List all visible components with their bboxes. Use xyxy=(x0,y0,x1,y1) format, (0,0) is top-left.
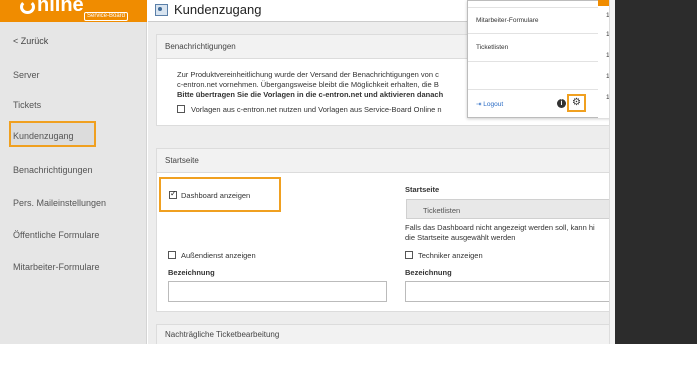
dashboard-checkbox[interactable] xyxy=(169,189,177,199)
notifications-text-1: Zur Produktvereinheitlichung wurde der V… xyxy=(177,70,439,79)
aussendienst-label: Außendienst anzeigen xyxy=(181,251,256,260)
dashboard-checkbox-label: Dashboard anzeigen xyxy=(181,191,251,200)
sidebar: nline Service-Board < Zurück Server Tick… xyxy=(0,0,147,344)
sidebar-item-oeffentliche-formulare[interactable]: Öffentliche Formulare xyxy=(13,230,99,240)
sidebar-item-kundenzugang[interactable]: Kundenzugang xyxy=(13,131,74,141)
bezeichnung-left-input[interactable] xyxy=(168,281,387,302)
bezeichnung-right-label: Bezeichnung xyxy=(405,268,452,277)
page-title: Kundenzugang xyxy=(174,2,262,17)
settings-button[interactable]: ⚙ xyxy=(567,94,586,112)
notifications-text-3: Bitte übertragen Sie die Vorlagen in die… xyxy=(177,90,444,99)
menu-divider xyxy=(468,33,613,34)
aussendienst-checkbox[interactable] xyxy=(168,251,176,259)
notifications-text-2: c-entron.net vornehmen. Übergangsweise b… xyxy=(177,80,439,89)
gear-icon: ⚙ xyxy=(572,97,581,108)
sidebar-item-maileinstellungen[interactable]: Pers. Maileinstellungen xyxy=(13,198,106,208)
bezeichnung-left-label: Bezeichnung xyxy=(168,268,215,277)
menu-divider xyxy=(468,7,613,8)
vorlagen-checkbox[interactable] xyxy=(177,105,185,113)
info-icon[interactable]: i xyxy=(557,99,566,108)
logo: nline Service-Board xyxy=(0,0,147,22)
sidebar-item-mitarbeiter-formulare[interactable]: Mitarbeiter-Formulare xyxy=(13,262,100,272)
startseite-card-header: Startseite xyxy=(157,149,615,173)
menu-item-ticketlisten[interactable]: Ticketlisten xyxy=(476,44,508,51)
sidebar-item-tickets[interactable]: Tickets xyxy=(13,100,41,110)
startseite-section-title: Startseite xyxy=(165,156,199,165)
window-icon xyxy=(155,4,168,16)
ticketbearbeitung-title: Nachträgliche Ticketbearbeitung xyxy=(165,330,280,339)
sidebar-item-server[interactable]: Server xyxy=(13,70,40,80)
logo-text: nline xyxy=(37,0,84,16)
startseite-select[interactable]: Ticketlisten xyxy=(406,199,615,219)
startseite-label: Startseite xyxy=(405,185,440,194)
techniker-label: Techniker anzeigen xyxy=(418,251,483,260)
dark-background-panel xyxy=(615,0,697,344)
logout-label: Logout xyxy=(483,101,504,108)
menu-divider xyxy=(468,61,613,62)
menu-divider xyxy=(468,89,613,90)
logo-subtitle: Service-Board xyxy=(84,12,128,21)
ticketbearbeitung-card: Nachträgliche Ticketbearbeitung xyxy=(156,324,615,344)
bezeichnung-right-input[interactable] xyxy=(405,281,615,302)
user-menu: Mitarbeiter-Formulare Ticketlisten ⇥ Log… xyxy=(467,0,614,118)
vorlagen-checkbox-label: Vorlagen aus c-entron.net nutzen und Vor… xyxy=(191,105,442,114)
startseite-hint-1: Falls das Dashboard nicht angezeigt werd… xyxy=(405,223,595,232)
startseite-hint-2: die Startseite ausgewählt werden xyxy=(405,233,516,242)
menu-item-mitarbeiter-formulare[interactable]: Mitarbeiter-Formulare xyxy=(476,17,539,24)
techniker-checkbox[interactable] xyxy=(405,251,413,259)
notifications-title: Benachrichtigungen xyxy=(165,42,236,51)
ticketbearbeitung-card-header: Nachträgliche Ticketbearbeitung xyxy=(157,325,615,344)
startseite-select-value: Ticketlisten xyxy=(423,206,461,215)
logo-o-icon xyxy=(20,0,35,14)
logout-link[interactable]: ⇥ Logout xyxy=(476,100,503,108)
sidebar-item-benachrichtigungen[interactable]: Benachrichtigungen xyxy=(13,165,93,175)
back-link[interactable]: < Zurück xyxy=(13,36,48,46)
startseite-card: Startseite Dashboard anzeigen Startseite… xyxy=(156,148,615,312)
